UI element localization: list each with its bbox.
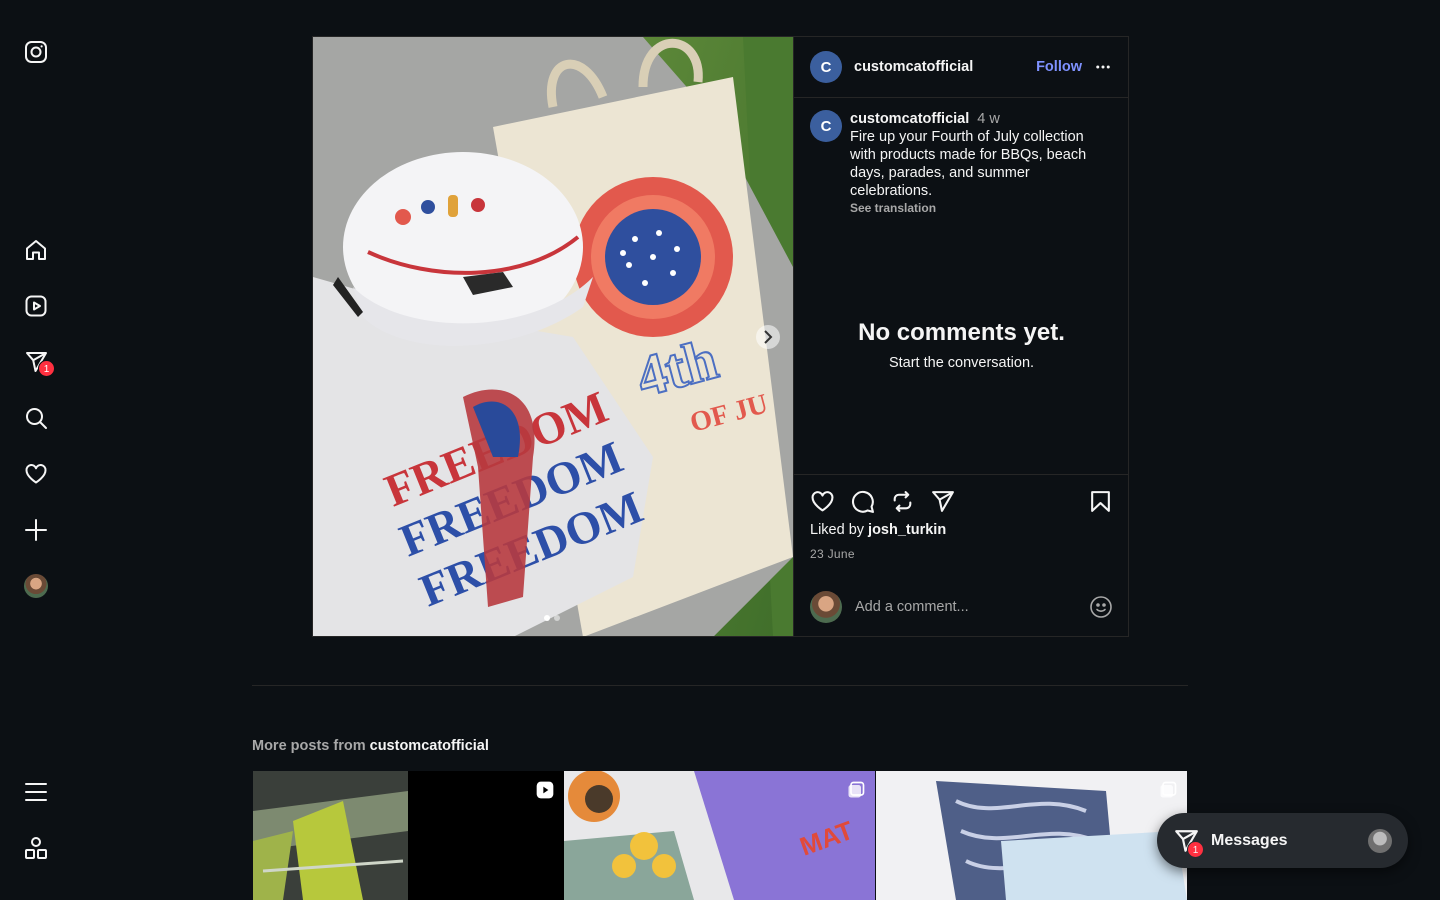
post-date[interactable]: 23 June xyxy=(810,547,855,561)
carousel-icon xyxy=(848,781,865,798)
liked-by-prefix: Liked by xyxy=(810,522,869,538)
thumbnail-image xyxy=(253,771,564,900)
thumbnail-image: MAT xyxy=(564,771,875,900)
empty-comments-state: No comments yet. Start the conversation. xyxy=(794,319,1129,371)
save-bookmark-icon[interactable] xyxy=(1088,489,1113,514)
post-dialog: 4th OF JU FREEDOM FREEDOM FREEDOM xyxy=(312,36,1129,637)
conversation-avatar xyxy=(1368,828,1392,853)
liked-by: Liked by josh_turkin xyxy=(810,522,946,538)
author-avatar[interactable]: C xyxy=(810,51,842,83)
no-comments-title: No comments yet. xyxy=(858,319,1065,346)
share-icon[interactable] xyxy=(930,489,955,514)
caption-author-avatar[interactable]: C xyxy=(810,110,842,142)
liked-by-username[interactable]: josh_turkin xyxy=(868,522,946,538)
repost-icon[interactable] xyxy=(890,489,915,514)
comment-input[interactable] xyxy=(855,599,1065,615)
section-divider xyxy=(252,685,1188,686)
profile-avatar[interactable] xyxy=(24,574,48,598)
no-comments-subtitle: Start the conversation. xyxy=(888,355,1035,371)
like-heart-icon[interactable] xyxy=(810,489,835,514)
post-sidebar: C customcatofficial Follow C customcatof… xyxy=(793,37,1129,636)
more-post-thumbnail[interactable] xyxy=(253,771,564,900)
follow-button[interactable]: Follow xyxy=(1036,59,1082,75)
comment-composer xyxy=(810,591,1113,623)
caption-text: Fire up your Fourth of July collection w… xyxy=(850,129,1087,199)
messages-icon[interactable]: 1 xyxy=(24,350,55,377)
notifications-heart-icon[interactable] xyxy=(24,462,48,486)
search-icon[interactable] xyxy=(24,406,48,430)
commenter-avatar xyxy=(810,591,842,623)
emoji-icon[interactable] xyxy=(1089,595,1113,619)
post-image[interactable]: 4th OF JU FREEDOM FREEDOM FREEDOM xyxy=(313,37,793,636)
create-plus-icon[interactable] xyxy=(24,518,48,542)
comment-icon[interactable] xyxy=(850,489,875,514)
messages-badge: 1 xyxy=(1187,841,1204,858)
menu-icon[interactable] xyxy=(24,780,48,804)
caption-username[interactable]: customcatofficial xyxy=(850,111,969,127)
author-username[interactable]: customcatofficial xyxy=(854,59,973,75)
product-photo: 4th OF JU FREEDOM FREEDOM FREEDOM xyxy=(313,37,793,636)
reel-play-icon xyxy=(536,781,554,799)
messages-badge: 1 xyxy=(38,360,55,377)
more-posts-heading: More posts from customcatofficial xyxy=(252,738,489,754)
sidebar-nav: 1 xyxy=(0,0,72,900)
also-from-meta-icon[interactable] xyxy=(24,836,48,860)
carousel-icon xyxy=(1160,781,1177,798)
more-posts-username[interactable]: customcatofficial xyxy=(370,738,489,754)
reels-icon[interactable] xyxy=(24,294,48,318)
more-post-thumbnail[interactable] xyxy=(876,771,1187,900)
more-options-icon[interactable] xyxy=(1094,58,1112,76)
messages-button[interactable]: 1 Messages xyxy=(1157,813,1408,868)
see-translation-link[interactable]: See translation xyxy=(850,199,1100,217)
home-icon[interactable] xyxy=(24,238,48,262)
instagram-logo-icon[interactable] xyxy=(24,40,48,64)
caption-timestamp[interactable]: 4 w xyxy=(977,111,1000,127)
post-caption: C customcatofficial 4 w Fire up your Fou… xyxy=(794,98,1128,217)
post-actions: Liked by josh_turkin 23 June xyxy=(794,474,1129,636)
more-post-thumbnail[interactable]: MAT xyxy=(564,771,875,900)
thumbnail-image xyxy=(876,771,1187,900)
more-posts-prefix: More posts from xyxy=(252,738,370,754)
post-header: C customcatofficial Follow xyxy=(794,37,1128,98)
messages-label: Messages xyxy=(1211,831,1288,849)
